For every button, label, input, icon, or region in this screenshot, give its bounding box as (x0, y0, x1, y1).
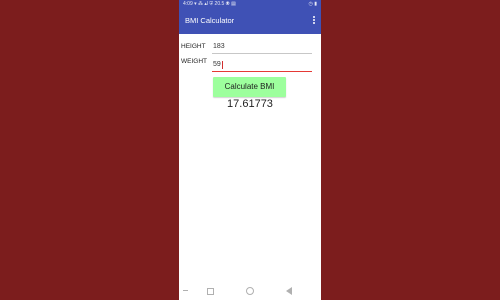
phone-screen: 4:09 ▾ ⁂ ▴l ⛨ 20.5 ⦿ ▤ ◷ ▮ BMI Calculato… (179, 0, 321, 300)
status-right: ◷ ▮ (308, 1, 317, 7)
status-left: 4:09 ▾ ⁂ ▴l ⛨ 20.5 ⦿ ▤ (183, 1, 236, 7)
height-underline (212, 53, 312, 54)
calculate-bmi-button[interactable]: Calculate BMI (213, 77, 286, 97)
weight-label: WEIGHT (181, 58, 207, 65)
height-input[interactable]: 183 (213, 43, 225, 50)
menu-icon[interactable] (183, 290, 188, 291)
weight-underline (212, 71, 312, 72)
system-nav-bar (179, 282, 321, 300)
text-cursor (222, 61, 223, 69)
status-bar: 4:09 ▾ ⁂ ▴l ⛨ 20.5 ⦿ ▤ ◷ ▮ (179, 0, 321, 9)
app-bar: BMI Calculator (179, 9, 321, 34)
weight-input[interactable]: 59 (213, 61, 221, 68)
circle-icon[interactable] (246, 287, 254, 295)
square-icon[interactable] (207, 288, 214, 295)
bmi-result: 17.61773 (227, 98, 273, 110)
overflow-menu-icon[interactable] (312, 16, 315, 26)
app-title: BMI Calculator (185, 16, 235, 25)
height-label: HEIGHT (181, 43, 206, 50)
back-icon[interactable] (286, 287, 292, 295)
